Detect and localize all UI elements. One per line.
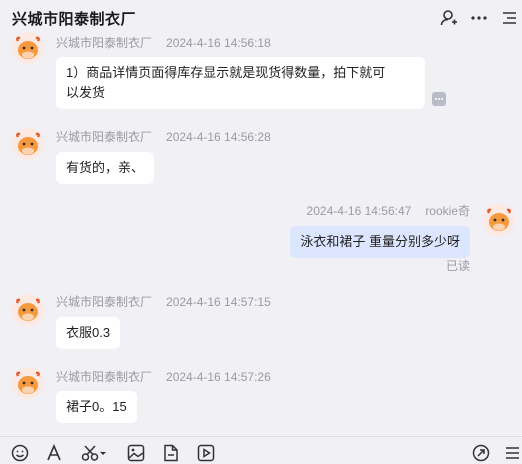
avatar[interactable] — [12, 128, 44, 160]
message-line: 衣服0.3 — [66, 325, 111, 340]
sender-name: 兴城市阳泰制衣厂 — [56, 295, 153, 309]
message-time: 2024-4-16 14:57:15 — [166, 295, 271, 309]
read-status: 已读 — [445, 259, 470, 273]
avatar[interactable] — [12, 294, 44, 326]
avatar[interactable] — [12, 32, 44, 64]
message-time: 2024-4-16 14:56:18 — [166, 36, 271, 50]
message-bubble[interactable]: 衣服0.3 — [56, 317, 121, 349]
chat-title: 兴城市阳泰制衣厂 — [12, 10, 137, 28]
sender-name: 兴城市阳泰制衣厂 — [56, 370, 153, 384]
message-meta: 兴城市阳泰制衣厂 2024-4-16 14:56:28 — [56, 128, 271, 145]
message-bubble[interactable]: 泳衣和裙子 重量分别多少呀 — [290, 226, 470, 258]
emoji-icon[interactable] — [10, 443, 30, 463]
message-line: 有货的，亲、 — [66, 160, 145, 175]
scissors-icon[interactable] — [80, 443, 108, 463]
message-bubble[interactable]: 裙子0。15 — [56, 391, 137, 423]
message-line: 泳衣和裙子 重量分别多少呀 — [300, 234, 460, 249]
message-line: 以发货 — [66, 85, 106, 100]
sender-name: 兴城市阳泰制衣厂 — [56, 130, 153, 144]
share-icon[interactable] — [471, 443, 491, 463]
file-icon[interactable] — [161, 443, 181, 463]
message-list[interactable]: 兴城市阳泰制衣厂 2024-4-16 14:56:18 1）商品详情页面得库存显示… — [0, 28, 522, 436]
message-line: 1）商品详情页面得库存显示就是现货得数量，拍下就可 — [66, 65, 386, 80]
message-time: 2024-4-16 14:56:47 — [306, 204, 412, 218]
image-icon[interactable] — [126, 443, 146, 463]
message-bubble[interactable]: 有货的，亲、 — [56, 152, 155, 184]
message-meta: 兴城市阳泰制衣厂 2024-4-16 14:57:26 — [56, 368, 271, 385]
font-icon[interactable] — [44, 443, 64, 463]
menu-icon[interactable] — [502, 443, 522, 463]
avatar[interactable] — [483, 204, 515, 236]
message-meta: 兴城市阳泰制衣厂 2024-4-16 14:56:18 — [56, 34, 271, 51]
message-line: 裙子0。15 — [66, 399, 127, 414]
input-toolbar — [0, 436, 522, 464]
message-time: 2024-4-16 14:56:28 — [166, 130, 271, 144]
message-meta: 兴城市阳泰制衣厂 2024-4-16 14:57:15 — [56, 293, 271, 310]
message-time: 2024-4-16 14:57:26 — [166, 370, 271, 384]
message-more-icon[interactable] — [432, 92, 446, 106]
message-meta: 2024-4-16 14:56:47 rookie奇 — [307, 202, 470, 219]
avatar[interactable] — [12, 367, 44, 399]
sender-name: 兴城市阳泰制衣厂 — [56, 36, 153, 50]
video-icon[interactable] — [196, 443, 216, 463]
sender-name: rookie奇 — [425, 204, 470, 218]
message-bubble[interactable]: 1）商品详情页面得库存显示就是现货得数量，拍下就可 以发货 — [56, 57, 425, 109]
